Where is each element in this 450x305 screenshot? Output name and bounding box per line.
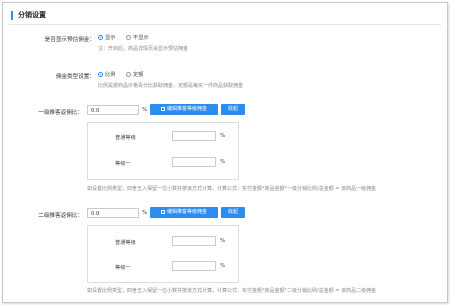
radio-checked-icon	[98, 35, 103, 40]
level1-row-name: 普通等级	[115, 135, 136, 141]
level2-row-name: 普通等级	[115, 240, 136, 246]
level2-collapse-button[interactable]: 收起	[221, 207, 245, 218]
radio-ratio[interactable]: 比例	[98, 71, 115, 78]
radio-unchecked-icon	[126, 35, 131, 40]
radio-hide[interactable]: 不显示	[126, 34, 149, 41]
level1-label: 一级推客返佣比：	[38, 110, 83, 116]
section-title: 分销设置	[11, 11, 46, 20]
level1-ratio-input[interactable]: 0.0	[87, 105, 139, 115]
level2-note: 如设置比例类型，四舍五入保留一位小数并按该方式计算。计算公式：实付金额*商品金额…	[87, 288, 377, 294]
level2-row-name: 等级一	[115, 265, 131, 271]
level1-row-input[interactable]	[172, 131, 216, 141]
level1-row-unit: %	[220, 159, 226, 165]
show-commission-label: 是否显示预估佣金：	[44, 37, 95, 43]
level1-row-unit: %	[220, 133, 226, 139]
level1-collapse-button[interactable]: 收起	[221, 104, 245, 115]
radio-unchecked-icon	[126, 72, 131, 77]
level1-row-name: 等级一	[115, 161, 131, 167]
level1-row-input[interactable]	[172, 157, 216, 167]
radio-hide-label: 不显示	[133, 35, 149, 41]
level2-row-input[interactable]	[172, 236, 216, 246]
commission-type-label: 佣金类型设置：	[55, 74, 95, 80]
radio-fixed[interactable]: 定额	[126, 71, 143, 78]
level1-level-table: 普通等级 % 等级一 %	[87, 122, 239, 180]
level2-label: 二级推客返佣比：	[38, 213, 83, 219]
radio-fixed-label: 定额	[133, 72, 144, 78]
level1-edit-button[interactable]: 编辑推客等级佣金	[150, 104, 218, 115]
edit-icon	[160, 106, 165, 111]
level2-unit: %	[142, 210, 148, 216]
radio-show[interactable]: 显示	[98, 34, 115, 41]
radio-checked-icon	[98, 72, 103, 77]
radio-ratio-label: 比例	[105, 72, 116, 78]
level2-row-input[interactable]	[172, 261, 216, 271]
radio-show-label: 显示	[105, 35, 116, 41]
level1-note: 如设置比例类型，四舍五入保留一位小数并按该方式计算。计算公式：实付金额*商品金额…	[87, 186, 377, 192]
level2-row-unit: %	[220, 238, 226, 244]
level2-level-table: 普通等级 % 等级一 %	[87, 225, 239, 283]
commission-type-note: 比例是按商品价格百分比获取佣金，定额是每买一件商品获取佣金	[98, 83, 244, 89]
show-commission-note: 注：开启后，商品详情页会显示预估佣金	[98, 46, 189, 52]
level2-ratio-input[interactable]: 0.0	[87, 208, 139, 218]
level2-row-unit: %	[220, 263, 226, 269]
section-divider	[9, 24, 441, 25]
settings-panel: 分销设置 是否显示预估佣金： 显示 不显示 注：开启后，商品详情页会显示预估佣金…	[2, 2, 448, 303]
edit-icon	[160, 209, 165, 214]
level1-unit: %	[142, 107, 148, 113]
level2-edit-button[interactable]: 编辑推客等级佣金	[150, 207, 218, 218]
level1-edit-label: 编辑推客等级佣金	[166, 106, 207, 112]
level2-edit-label: 编辑推客等级佣金	[166, 209, 207, 215]
